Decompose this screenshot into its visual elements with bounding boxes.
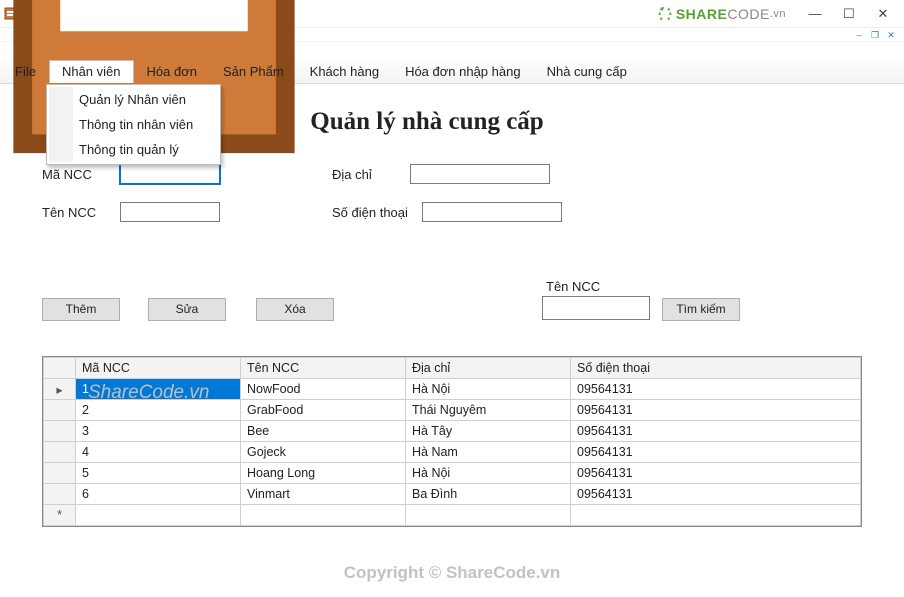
label-ten-ncc: Tên NCC <box>42 205 120 220</box>
tim-kiem-button[interactable]: Tìm kiếm <box>662 298 740 321</box>
field-sdt: Số điện thoại <box>332 202 562 222</box>
form-area: Mã NCC Tên NCC Địa chỉ Số điện thoại <box>42 164 872 284</box>
mdi-minimize-icon[interactable]: – <box>852 29 866 41</box>
input-dia-chi[interactable] <box>410 164 550 184</box>
menu-bar: File Nhân viên Hóa đơn Sản Phẩm Khách hà… <box>0 60 904 84</box>
table-row[interactable]: 2GrabFoodThái Nguyêm09564131 <box>44 400 861 421</box>
cell-ma[interactable]: 3 <box>76 421 241 442</box>
table-row[interactable]: 6VinmartBa Đình09564131 <box>44 484 861 505</box>
window-controls: — ☐ ✕ <box>798 1 900 27</box>
row-header[interactable] <box>44 442 76 463</box>
minimize-button[interactable]: — <box>798 1 832 27</box>
menu-khach-hang[interactable]: Khách hàng <box>297 60 392 83</box>
input-ten-ncc[interactable] <box>120 202 220 222</box>
empty-cell[interactable] <box>571 505 861 526</box>
grid-header-row: Mã NCC Tên NCC Địa chỉ Số điện thoại <box>44 358 861 379</box>
menu-hoa-don-nhap[interactable]: Hóa đơn nhập hàng <box>392 60 534 83</box>
cell-ten[interactable]: GrabFood <box>241 400 406 421</box>
cell-ma[interactable]: 2 <box>76 400 241 421</box>
mdi-restore-icon[interactable]: ❐ <box>868 29 882 41</box>
maximize-button[interactable]: ☐ <box>832 1 866 27</box>
cell-dc[interactable]: Hà Nội <box>406 463 571 484</box>
row-header[interactable] <box>44 484 76 505</box>
content-area: Quản lý nhà cung cấp Mã NCC Tên NCC Địa … <box>0 108 904 527</box>
empty-cell[interactable] <box>76 505 241 526</box>
menu-hoa-don[interactable]: Hóa đơn <box>134 60 210 83</box>
row-header[interactable] <box>44 463 76 484</box>
drop-quan-ly-nv[interactable]: Quản lý Nhân viên <box>49 87 218 112</box>
label-ma-ncc: Mã NCC <box>42 167 120 182</box>
grid-header-sdt[interactable]: Số điện thoại <box>571 358 861 379</box>
cell-dc[interactable]: Thái Nguyêm <box>406 400 571 421</box>
search-label: Tên NCC <box>546 279 600 294</box>
input-ma-ncc[interactable] <box>120 164 220 184</box>
cell-ma[interactable]: 5 <box>76 463 241 484</box>
empty-cell[interactable] <box>241 505 406 526</box>
field-ma-ncc: Mã NCC <box>42 164 220 184</box>
cell-ten[interactable]: Hoang Long <box>241 463 406 484</box>
drop-thong-tin-nv[interactable]: Thông tin nhân viên <box>49 112 218 137</box>
cell-dc[interactable]: Hà Nội <box>406 379 571 400</box>
button-row: Thêm Sửa Xóa Tên NCC Tìm kiếm <box>42 284 872 334</box>
cell-ten[interactable]: Bee <box>241 421 406 442</box>
watermark-footer: Copyright © ShareCode.vn <box>0 563 904 583</box>
empty-cell[interactable] <box>406 505 571 526</box>
cell-ma[interactable]: 6 <box>76 484 241 505</box>
cell-ma[interactable]: 1 <box>76 379 241 400</box>
cell-sdt[interactable]: 09564131 <box>571 442 861 463</box>
field-dia-chi: Địa chỉ <box>332 164 550 184</box>
new-row-header[interactable]: * <box>44 505 76 526</box>
grid-corner <box>44 358 76 379</box>
cell-ma[interactable]: 4 <box>76 442 241 463</box>
close-button[interactable]: ✕ <box>866 1 900 27</box>
them-button[interactable]: Thêm <box>42 298 120 321</box>
table-row[interactable]: 5Hoang LongHà Nội09564131 <box>44 463 861 484</box>
field-ten-ncc: Tên NCC <box>42 202 220 222</box>
sua-button[interactable]: Sửa <box>148 298 226 321</box>
logo-recycle-icon <box>656 5 674 23</box>
grid-header-dc[interactable]: Địa chỉ <box>406 358 571 379</box>
table-row[interactable]: 3BeeHà Tây09564131 <box>44 421 861 442</box>
cell-ten[interactable]: Gojeck <box>241 442 406 463</box>
table-row[interactable]: 4GojeckHà Nam09564131 <box>44 442 861 463</box>
menu-san-pham[interactable]: Sản Phẩm <box>210 60 297 83</box>
row-header[interactable]: ▸ <box>44 379 76 400</box>
cell-sdt[interactable]: 09564131 <box>571 379 861 400</box>
row-header[interactable] <box>44 421 76 442</box>
row-header[interactable] <box>44 400 76 421</box>
label-sdt: Số điện thoại <box>332 205 422 220</box>
search-input[interactable] <box>542 296 650 320</box>
drop-thong-tin-ql[interactable]: Thông tin quản lý <box>49 137 218 162</box>
nhan-vien-dropdown: Quản lý Nhân viên Thông tin nhân viên Th… <box>46 84 221 165</box>
menu-nhan-vien[interactable]: Nhân viên <box>49 60 134 83</box>
dropdown-icon-strip <box>49 87 73 162</box>
xoa-button[interactable]: Xóa <box>256 298 334 321</box>
new-row[interactable]: * <box>44 505 861 526</box>
cell-ten[interactable]: Vinmart <box>241 484 406 505</box>
cell-sdt[interactable]: 09564131 <box>571 400 861 421</box>
label-dia-chi: Địa chỉ <box>332 167 410 182</box>
child-icon-row <box>0 42 904 60</box>
cell-sdt[interactable]: 09564131 <box>571 463 861 484</box>
grid-header-ten[interactable]: Tên NCC <box>241 358 406 379</box>
cell-ten[interactable]: NowFood <box>241 379 406 400</box>
page-title: Quản lý nhà cung cấp <box>252 108 602 136</box>
input-sdt[interactable] <box>422 202 562 222</box>
table-row[interactable]: ▸1NowFoodHà Nội09564131 <box>44 379 861 400</box>
cell-dc[interactable]: Hà Tây <box>406 421 571 442</box>
grid-header-ma[interactable]: Mã NCC <box>76 358 241 379</box>
sharecode-logo: SHARECODE.vn <box>656 4 786 24</box>
cell-dc[interactable]: Ba Đình <box>406 484 571 505</box>
cell-sdt[interactable]: 09564131 <box>571 421 861 442</box>
cell-sdt[interactable]: 09564131 <box>571 484 861 505</box>
data-grid[interactable]: Mã NCC Tên NCC Địa chỉ Số điện thoại ▸1N… <box>42 356 862 527</box>
mdi-close-icon[interactable]: ✕ <box>884 29 898 41</box>
menu-file[interactable]: File <box>2 60 49 83</box>
cell-dc[interactable]: Hà Nam <box>406 442 571 463</box>
menu-nha-cung-cap[interactable]: Nhà cung cấp <box>534 60 640 83</box>
